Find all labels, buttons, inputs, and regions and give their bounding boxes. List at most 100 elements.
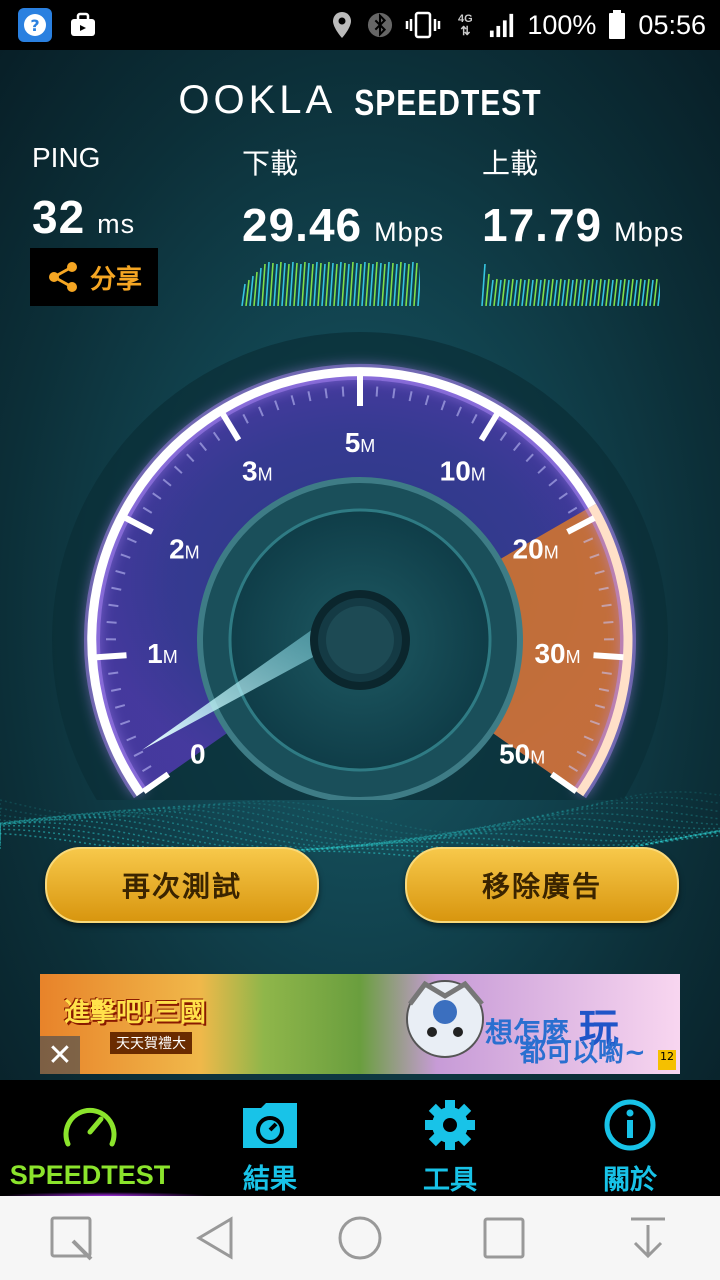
sparkline-bar xyxy=(293,262,298,306)
upload-label: 上載 xyxy=(482,148,539,179)
clock: 05:56 xyxy=(638,9,706,40)
upload-unit: Mbps xyxy=(614,217,685,247)
notification-pull-icon[interactable] xyxy=(618,1208,678,1268)
sparkline-bar xyxy=(505,279,510,306)
sparkline-bar xyxy=(273,263,278,306)
sparkline-bar xyxy=(597,278,602,306)
sparkline-bar xyxy=(641,279,646,306)
tab-results-label: 結果 xyxy=(243,1164,297,1194)
sparkline-bar xyxy=(325,261,330,306)
product-name: SPEEDTEST xyxy=(354,83,542,124)
sparkline-bar xyxy=(549,278,554,306)
gauge-major-tick xyxy=(96,652,127,661)
tab-about[interactable]: 關於 xyxy=(540,1080,720,1196)
home-icon[interactable] xyxy=(330,1208,390,1268)
sparkline-bar xyxy=(349,261,354,306)
recent-apps-q-icon[interactable] xyxy=(42,1208,102,1268)
sparkline-bar xyxy=(365,262,370,306)
system-nav-bar xyxy=(0,1196,720,1280)
download-metric: 下載 29.46 Mbps xyxy=(242,142,444,252)
sparkline-bar xyxy=(633,279,638,306)
sparkline-bar xyxy=(385,261,390,306)
info-icon xyxy=(600,1098,660,1152)
share-button[interactable]: 分享 xyxy=(30,248,158,306)
tab-tools[interactable]: 工具 xyxy=(360,1080,540,1196)
ad-close-button[interactable]: ✕ xyxy=(40,1036,80,1074)
sparkline-bar xyxy=(409,261,414,306)
sparkline-bar xyxy=(261,263,266,306)
sparkline-bar xyxy=(561,279,566,306)
sparkline-bar xyxy=(645,278,650,306)
sparkline-bar xyxy=(617,279,622,306)
share-icon xyxy=(48,262,77,292)
sparkline-bar xyxy=(485,273,490,306)
tab-about-label: 關於 xyxy=(603,1165,657,1195)
ad-subtitle: 天天賀禮大 xyxy=(110,1032,192,1054)
bottom-tab-bar: SPEEDTEST 結果 工具 關於 xyxy=(0,1080,720,1200)
sparkline-bar xyxy=(321,263,326,306)
battery-percent: 100% xyxy=(527,9,597,40)
ad-banner[interactable]: 進擊吧!三國 天天賀禮大 想怎麼 玩 都可以喲~ ✕ 12 xyxy=(40,974,680,1074)
results-folder-icon xyxy=(240,1098,300,1151)
sparkline-bar xyxy=(609,279,614,306)
sparkline-bar xyxy=(565,278,570,306)
sparkline-bar xyxy=(521,279,526,306)
sparkline-bar xyxy=(625,279,630,306)
tab-speedtest[interactable]: SPEEDTEST xyxy=(0,1080,210,1200)
ping-value: 32 xyxy=(32,191,86,243)
vibrate-icon xyxy=(405,11,441,39)
sparkline-bar xyxy=(341,262,346,306)
help-app-icon: ? xyxy=(18,8,52,42)
download-value: 29.46 xyxy=(242,199,363,251)
sparkline-bar xyxy=(253,271,258,306)
ad-game-title: 進擊吧!三國 xyxy=(64,998,206,1028)
sparkline-bar xyxy=(297,263,302,306)
tab-speedtest-label: SPEEDTEST xyxy=(9,1160,171,1190)
sparkline-bar xyxy=(493,278,498,306)
sparkline-bar xyxy=(545,279,550,306)
sparkline-bar xyxy=(281,262,286,306)
sparkline-bar xyxy=(553,279,558,306)
sparkline-bar xyxy=(241,283,246,306)
sparkline-bar xyxy=(509,278,514,306)
tab-tools-label: 工具 xyxy=(423,1165,477,1195)
sparkline-bar xyxy=(537,279,542,306)
sparkline-bar xyxy=(629,278,634,306)
sparkline-bar xyxy=(377,262,382,306)
brand-name: OOKLA xyxy=(178,78,337,122)
sparkline-bar xyxy=(245,279,250,306)
sparkline-bar xyxy=(649,279,654,306)
tab-results[interactable]: 結果 xyxy=(180,1080,360,1196)
sparkline-bar xyxy=(613,278,618,306)
sparkline-bar xyxy=(393,263,398,306)
ad-age-rating: 12 xyxy=(658,1050,676,1070)
sparkline-bar xyxy=(369,263,374,306)
sparkline-bar xyxy=(305,262,310,306)
speedometer-icon xyxy=(60,1098,120,1154)
sparkline-bar xyxy=(381,263,386,306)
sparkline-bar xyxy=(257,267,262,306)
ad-character-image xyxy=(406,980,484,1058)
sparkline-bar xyxy=(269,262,274,306)
gear-icon xyxy=(420,1098,480,1152)
ping-metric: PING 32 ms xyxy=(32,142,135,244)
sparkline-bar xyxy=(489,279,494,306)
overview-icon[interactable] xyxy=(474,1208,534,1268)
sparkline-bar xyxy=(653,278,658,306)
sparkline-bar xyxy=(249,275,254,306)
briefcase-icon xyxy=(66,8,100,42)
gauge-tick-label: 0 xyxy=(190,739,206,770)
remove-ads-button[interactable]: 移除廣告 xyxy=(405,847,679,923)
sparkline-bar xyxy=(593,279,598,306)
sparkline-bar xyxy=(585,279,590,306)
retest-button[interactable]: 再次測試 xyxy=(45,847,319,923)
sparkline-bar xyxy=(285,263,290,306)
signal-icon xyxy=(489,11,515,39)
back-icon[interactable] xyxy=(186,1208,246,1268)
sparkline-bar xyxy=(413,262,418,306)
sparkline-bar xyxy=(513,279,518,306)
sparkline-bar xyxy=(345,263,350,306)
sparkline-bar xyxy=(569,279,574,306)
download-sparkline xyxy=(241,261,420,306)
sparkline-bar xyxy=(337,261,342,306)
